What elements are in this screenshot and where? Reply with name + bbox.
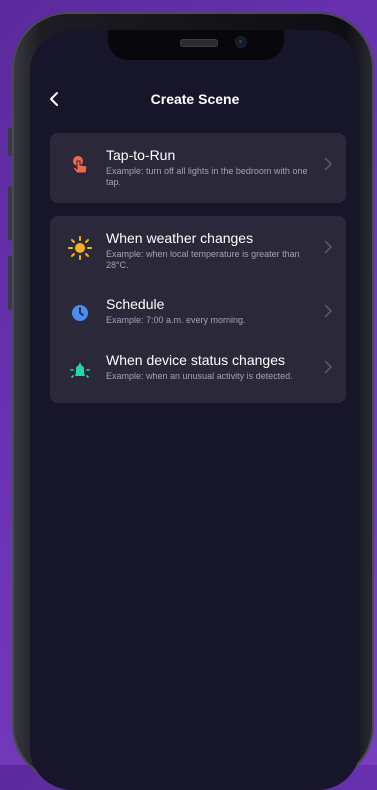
header: Create Scene xyxy=(30,86,360,112)
row-tap-to-run[interactable]: Tap-to-Run Example: turn off all lights … xyxy=(50,133,346,203)
row-device-status[interactable]: When device status changes Example: when… xyxy=(50,344,346,402)
chevron-right-icon xyxy=(324,360,333,379)
hand-tap-icon xyxy=(68,153,92,177)
chevron-right-icon xyxy=(324,157,333,176)
row-title: When weather changes xyxy=(106,230,254,246)
row-schedule[interactable]: Schedule Example: 7:00 a.m. every mornin… xyxy=(50,286,346,344)
row-subtitle: Example: when an unusual activity is det… xyxy=(106,371,293,381)
row-subtitle: Example: when local temperature is great… xyxy=(106,249,300,270)
phone-screen: Create Scene Tap-to-Run Example: turn of… xyxy=(30,30,360,790)
speaker-grille xyxy=(180,39,218,47)
clock-icon xyxy=(68,301,92,325)
row-subtitle: Example: 7:00 a.m. every morning. xyxy=(106,315,246,325)
tap-to-run-card: Tap-to-Run Example: turn off all lights … xyxy=(50,133,346,203)
row-weather[interactable]: When weather changes Example: when local… xyxy=(50,216,346,286)
row-title: Tap-to-Run xyxy=(106,147,176,163)
volume-down-button xyxy=(8,256,12,310)
conditions-card: When weather changes Example: when local… xyxy=(50,216,346,403)
chevron-right-icon xyxy=(324,240,333,259)
volume-up-button xyxy=(8,186,12,240)
row-subtitle: Example: turn off all lights in the bedr… xyxy=(106,166,308,187)
mute-switch xyxy=(8,128,12,156)
front-camera xyxy=(236,37,246,47)
row-title: When device status changes xyxy=(106,352,285,368)
row-title: Schedule xyxy=(106,296,165,312)
page-title: Create Scene xyxy=(150,91,240,107)
chevron-right-icon xyxy=(324,304,333,323)
sun-icon xyxy=(68,236,92,260)
device-bell-icon xyxy=(68,358,92,382)
notch xyxy=(108,30,284,60)
